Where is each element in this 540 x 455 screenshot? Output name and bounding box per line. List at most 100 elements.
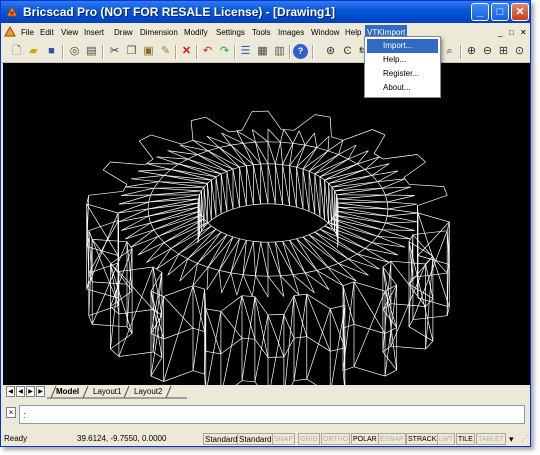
- maximize-button[interactable]: □: [491, 3, 509, 21]
- minimize-button[interactable]: _: [471, 3, 489, 21]
- wireframe-edge: [371, 236, 378, 243]
- snap-toggle[interactable]: SNAP: [272, 433, 296, 445]
- dim-style-button[interactable]: Standard: [237, 433, 274, 445]
- menu-item-help[interactable]: Help...: [367, 53, 438, 67]
- doc-minimize-button[interactable]: _: [496, 25, 504, 40]
- print-icon[interactable]: ▤: [84, 44, 99, 59]
- help-icon[interactable]: ?: [293, 44, 308, 59]
- menu-window[interactable]: Window: [309, 25, 341, 40]
- wireframe-edge: [314, 173, 321, 178]
- wireframe-edge: [221, 272, 232, 294]
- menu-settings[interactable]: Settings: [214, 25, 247, 40]
- resize-grip-icon[interactable]: ⋰: [521, 433, 529, 445]
- layers-icon[interactable]: ☰: [238, 44, 253, 59]
- paste-icon[interactable]: ▣: [141, 44, 156, 59]
- menu-insert[interactable]: Insert: [82, 25, 106, 40]
- wireframe-edge: [206, 267, 209, 290]
- wireframe-edge: [121, 194, 151, 196]
- bricscad-app-icon[interactable]: [5, 5, 19, 19]
- undo-icon[interactable]: ↶: [200, 44, 215, 59]
- menu-item-register[interactable]: Register...: [367, 67, 438, 81]
- explorer-icon[interactable]: ▥: [272, 44, 287, 59]
- menu-images[interactable]: Images: [276, 25, 306, 40]
- properties-icon[interactable]: ▦: [255, 44, 270, 59]
- zoom-icon[interactable]: ⌕: [442, 44, 457, 59]
- wireframe-edge: [153, 186, 205, 189]
- copy-icon[interactable]: ❐: [124, 44, 139, 59]
- title-bar[interactable]: Bricscad Pro (NOT FOR RESALE License) - …: [1, 1, 530, 23]
- print-preview-icon[interactable]: ◎: [67, 44, 82, 59]
- first-tab-button[interactable]: ◀: [6, 386, 15, 397]
- tile-toggle[interactable]: TILE: [456, 433, 475, 445]
- tablet-toggle[interactable]: TABLET: [476, 433, 506, 445]
- wireframe-edge: [163, 242, 172, 249]
- menu-modify[interactable]: Modify: [182, 25, 210, 40]
- wireframe-edge: [425, 255, 434, 265]
- strack-toggle[interactable]: STRACK: [406, 433, 439, 445]
- menu-dimension[interactable]: Dimension: [138, 25, 180, 40]
- next-tab-button[interactable]: ▶: [26, 386, 35, 397]
- wireframe-edge: [274, 163, 283, 205]
- lwt-toggle[interactable]: LWT: [437, 433, 456, 445]
- wireframe-edge: [219, 270, 231, 274]
- document-icon[interactable]: [4, 26, 16, 38]
- close-button[interactable]: ✕: [511, 3, 529, 21]
- wireframe-edge: [329, 117, 332, 137]
- redo-icon[interactable]: ↷: [217, 44, 232, 59]
- wireframe-edge: [192, 285, 205, 332]
- menu-tools[interactable]: Tools: [250, 25, 273, 40]
- wireframe-edge: [241, 295, 255, 298]
- wireframe-edge: [153, 229, 159, 237]
- wireframe-edge: [197, 231, 222, 264]
- wireframe-edge: [443, 186, 448, 196]
- zoom-out-icon[interactable]: ⊖: [480, 44, 495, 59]
- status-menu-arrow-icon[interactable]: ▾: [509, 433, 514, 445]
- command-input[interactable]: :: [19, 405, 525, 424]
- menu-draw[interactable]: Draw: [112, 25, 135, 40]
- drawing-canvas[interactable]: [3, 63, 530, 385]
- doc-close-button[interactable]: ✕: [518, 25, 529, 40]
- wireframe-edge: [338, 263, 369, 276]
- cut-icon[interactable]: ✂: [107, 44, 122, 59]
- wireframe-edge: [153, 187, 202, 192]
- wireframe-edge: [387, 203, 418, 210]
- wireframe-edge: [192, 370, 205, 375]
- grid-toggle[interactable]: GRID: [298, 433, 320, 445]
- open-icon[interactable]: ▰: [26, 44, 41, 59]
- text-style-button[interactable]: Standard: [203, 433, 240, 445]
- wireframe-edge: [230, 272, 244, 276]
- match-properties-icon[interactable]: ✎: [158, 44, 173, 59]
- render-icon[interactable]: ⊛: [323, 44, 338, 59]
- command-close-icon[interactable]: ×: [6, 407, 16, 418]
- wireframe-edge: [218, 147, 240, 168]
- menu-edit[interactable]: Edit: [38, 25, 56, 40]
- esnap-toggle[interactable]: ESNAP: [378, 433, 406, 445]
- wireframe-edge: [353, 366, 386, 377]
- zoom-window-icon[interactable]: ⊞: [496, 44, 511, 59]
- wireframe-edge: [139, 140, 154, 160]
- zoom-realtime-icon[interactable]: ⊙: [512, 44, 527, 59]
- wireframe-edge: [206, 270, 220, 290]
- wireframe-edge: [316, 136, 330, 148]
- prev-tab-button[interactable]: ◀: [16, 386, 25, 397]
- menu-item-about[interactable]: About...: [367, 81, 438, 95]
- menu-help[interactable]: Help: [343, 25, 363, 40]
- polar-toggle[interactable]: POLAR: [351, 433, 379, 445]
- menu-file[interactable]: File: [19, 25, 36, 40]
- save-icon[interactable]: ■: [44, 44, 59, 59]
- wireframe-edge: [357, 163, 366, 170]
- menu-view[interactable]: View: [59, 25, 80, 40]
- delete-icon[interactable]: ✕: [179, 44, 194, 59]
- ortho-toggle[interactable]: ORTHO: [321, 433, 351, 445]
- menu-item-import[interactable]: Import...: [367, 39, 438, 53]
- wireframe-edge: [408, 326, 434, 342]
- wireframe-edge: [207, 266, 220, 271]
- zoom-in-icon[interactable]: ⊕: [464, 44, 479, 59]
- new-icon[interactable]: 🗋: [9, 44, 24, 59]
- last-tab-button[interactable]: ▶: [36, 386, 45, 397]
- toolbar-separator: [234, 45, 236, 59]
- orbit-icon[interactable]: Ͼ: [340, 44, 355, 59]
- doc-restore-button[interactable]: □: [507, 25, 516, 40]
- wireframe-edge: [130, 178, 159, 183]
- wireframe-edge: [337, 194, 386, 200]
